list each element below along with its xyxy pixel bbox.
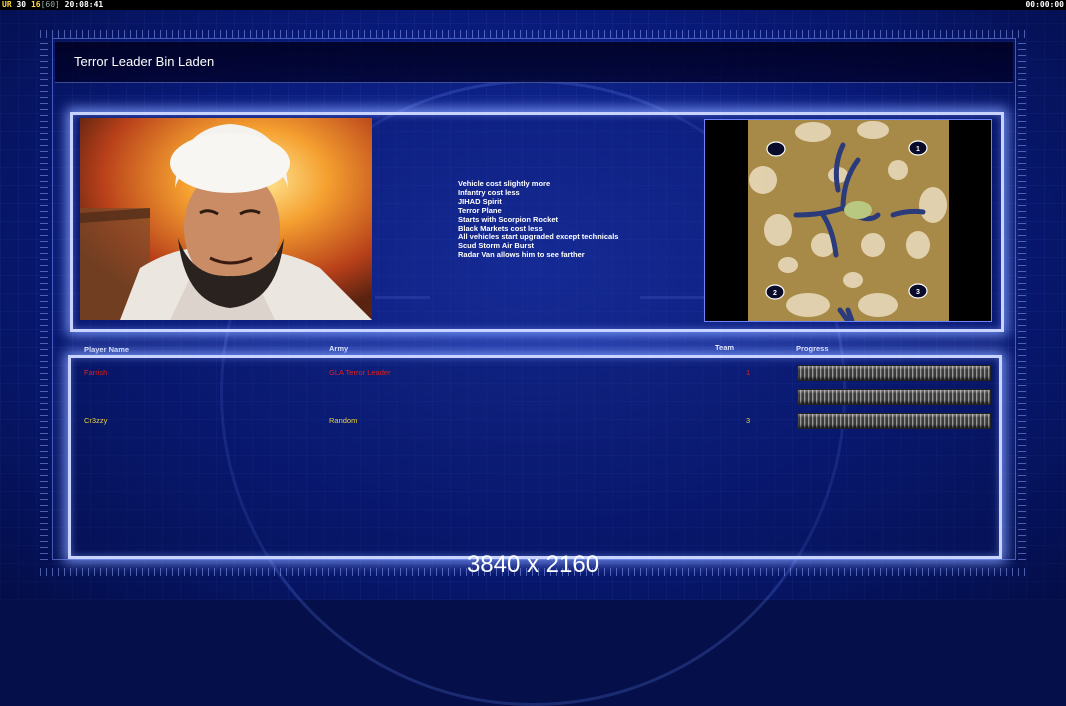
fps-value-b: 16 bbox=[30, 0, 41, 9]
header-army: Army bbox=[329, 344, 349, 353]
start-pos-1: 1 bbox=[916, 146, 920, 153]
header-player-name: Player Name bbox=[84, 345, 130, 354]
player-army: Random bbox=[329, 416, 358, 425]
map-terrain: 1 2 3 bbox=[748, 120, 949, 321]
player-list-panel bbox=[68, 355, 1002, 559]
status-bar: UR 30 16[60] 20:08:41 00:00:00 bbox=[0, 0, 1066, 10]
player-name: Farrish bbox=[84, 368, 108, 377]
progress-bar bbox=[797, 365, 991, 381]
player-army: GLA Terror Leader bbox=[329, 368, 391, 377]
progress-bar bbox=[797, 413, 991, 429]
system-clock: 20:08:41 bbox=[64, 0, 104, 9]
game-timer: 00:00:00 bbox=[1025, 0, 1064, 9]
player-team: 1 bbox=[746, 368, 751, 377]
resolution-label: 3840 x 2160 bbox=[466, 551, 600, 578]
player-team: 3 bbox=[746, 416, 751, 425]
status-label: UR bbox=[2, 0, 12, 9]
progress-bar bbox=[797, 389, 991, 405]
ruler-top bbox=[40, 30, 1026, 38]
start-pos-3: 3 bbox=[916, 289, 920, 296]
start-pos-2: 2 bbox=[773, 290, 777, 297]
portrait-image bbox=[80, 118, 372, 320]
fps-value-a: 30 bbox=[16, 0, 27, 9]
ruler-right bbox=[1018, 40, 1026, 560]
player-name: Cr3zzy bbox=[84, 416, 108, 425]
map-preview: 1 2 3 bbox=[704, 119, 992, 322]
header-progress: Progress bbox=[796, 344, 829, 353]
ruler-left bbox=[40, 40, 48, 560]
general-portrait bbox=[80, 118, 372, 320]
ability-item: Radar Van allows him to see farther bbox=[458, 250, 585, 260]
header-team: Team bbox=[715, 343, 735, 352]
ability-list: Vehicle cost slightly more Infantry cost… bbox=[458, 179, 618, 260]
fps-limit: [60] bbox=[40, 0, 60, 9]
title-bar: Terror Leader Bin Laden bbox=[55, 42, 1013, 83]
window-title: Terror Leader Bin Laden bbox=[74, 54, 215, 69]
